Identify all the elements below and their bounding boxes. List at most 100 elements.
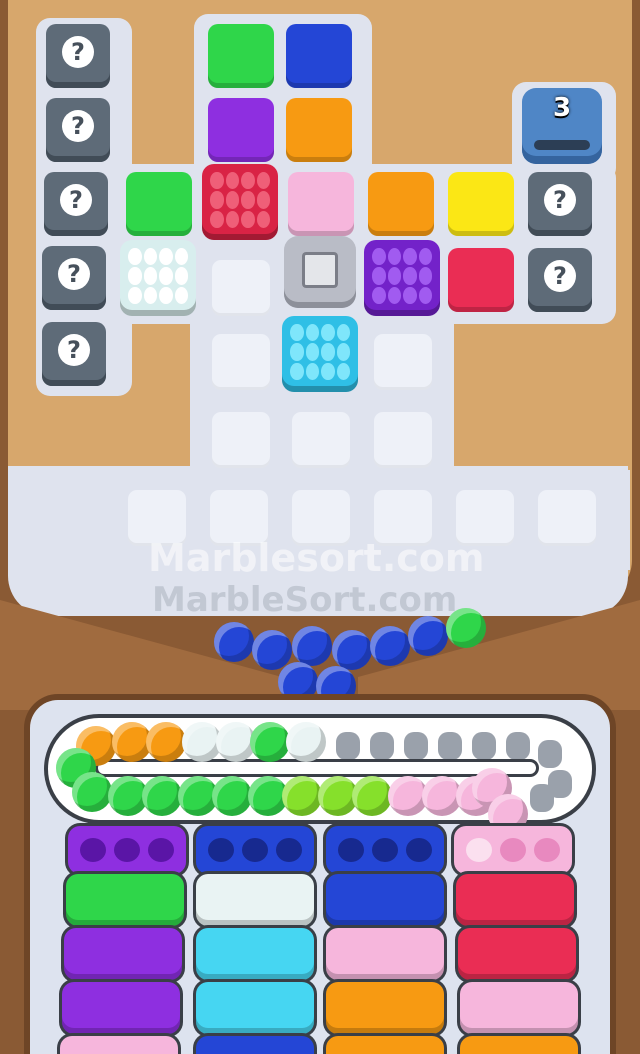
question-icon: ?: [58, 258, 90, 290]
yellow-tile[interactable]: [448, 172, 514, 236]
empty-conveyor-slot: [404, 732, 428, 760]
marble: [370, 626, 410, 666]
tube-top-pink[interactable]: [454, 826, 572, 874]
empty-slot: [212, 260, 270, 316]
tube-segment-pink[interactable]: [460, 982, 578, 1034]
marble: [446, 608, 486, 648]
tube-hole: [80, 838, 106, 862]
tube-hole: [148, 838, 174, 862]
tube-top-blue[interactable]: [326, 826, 444, 874]
marble: [408, 616, 448, 656]
tube-segment-orange[interactable]: [326, 1036, 444, 1054]
marble-grid: [210, 172, 270, 228]
tube-segment-cyan[interactable]: [196, 982, 314, 1034]
question-icon: ?: [544, 260, 576, 292]
marble: [212, 776, 252, 816]
conveyor-divider: [98, 762, 536, 774]
marble-grid: [290, 324, 350, 380]
pink-tile[interactable]: [288, 172, 354, 236]
tube-segment-blue[interactable]: [196, 1036, 314, 1054]
orange-tile[interactable]: [368, 172, 434, 236]
empty-conveyor-slot: [438, 732, 462, 760]
marble: [214, 622, 254, 662]
empty-conveyor-slot: [370, 732, 394, 760]
tube-segment-orange[interactable]: [460, 1036, 578, 1054]
question-icon: ?: [60, 184, 92, 216]
empty-slot: [374, 412, 432, 468]
tube-segment-cyan[interactable]: [196, 928, 314, 980]
empty-conveyor-slot: [530, 784, 554, 812]
marble: [286, 722, 326, 762]
marble: [72, 772, 112, 812]
tube-segment-purple[interactable]: [62, 982, 180, 1034]
marble: [352, 776, 392, 816]
tube-segment-pink[interactable]: [326, 928, 444, 980]
empty-slot: [292, 412, 350, 468]
purple-marble-crate[interactable]: [364, 240, 440, 316]
tube-hole: [500, 838, 526, 862]
tube-hole: [208, 838, 234, 862]
tube-segment-pink[interactable]: [60, 1036, 178, 1054]
tube-hole: [114, 838, 140, 862]
marble: [278, 662, 318, 702]
empty-slot: [538, 490, 596, 546]
counter-badge: 3: [552, 93, 572, 123]
question-icon: ?: [544, 184, 576, 216]
tube-hole: [534, 838, 560, 862]
tube-segment-blue[interactable]: [326, 874, 444, 926]
marble: [332, 630, 372, 670]
tube-hole: [406, 838, 432, 862]
tube-segment-red[interactable]: [456, 874, 574, 926]
tube-segment-red[interactable]: [458, 928, 576, 980]
locked-dispenser[interactable]: 3: [522, 88, 602, 164]
cyan-marble-crate[interactable]: [282, 316, 358, 392]
tube-segment-purple[interactable]: [64, 928, 182, 980]
green-tile[interactable]: [208, 24, 274, 88]
empty-conveyor-slot: [506, 732, 530, 760]
game-screen: ? ? ? ? ? ? ? 3 Marblesort.com MarbleSor…: [0, 0, 640, 1054]
question-icon: ?: [62, 36, 94, 68]
marble: [142, 776, 182, 816]
orange-tile[interactable]: [286, 98, 352, 162]
watermark: Marblesort.com: [148, 536, 485, 580]
white-marble-crate[interactable]: [120, 240, 196, 316]
watermark: MarbleSort.com: [152, 580, 458, 620]
marble: [292, 626, 332, 666]
tube-hole: [338, 838, 364, 862]
cog-block[interactable]: [284, 236, 356, 308]
tube-hole: [242, 838, 268, 862]
mystery-tile[interactable]: ?: [44, 172, 108, 236]
tube-segment-green[interactable]: [66, 874, 184, 926]
green-tile[interactable]: [126, 172, 192, 236]
purple-tile[interactable]: [208, 98, 274, 162]
question-icon: ?: [58, 334, 90, 366]
question-icon: ?: [62, 110, 94, 142]
red-marble-crate[interactable]: [202, 164, 278, 240]
empty-conveyor-slot: [336, 732, 360, 760]
empty-conveyor-slot: [472, 732, 496, 760]
cog-window: [302, 252, 338, 288]
marble: [250, 722, 290, 762]
marble: [282, 776, 322, 816]
empty-slot: [212, 334, 270, 390]
tube-segment-white[interactable]: [196, 874, 314, 926]
marble: [146, 722, 186, 762]
empty-slot: [212, 412, 270, 468]
blue-tile[interactable]: [286, 24, 352, 88]
mystery-tile[interactable]: ?: [46, 24, 110, 88]
marble: [252, 630, 292, 670]
tube-segment-orange[interactable]: [326, 982, 444, 1034]
red-tile[interactable]: [448, 248, 514, 312]
mystery-tile[interactable]: ?: [42, 322, 106, 386]
marble-grid: [128, 248, 188, 304]
tube-top-blue[interactable]: [196, 826, 314, 874]
empty-conveyor-slot: [538, 740, 562, 768]
mystery-tile[interactable]: ?: [46, 98, 110, 162]
mystery-tile[interactable]: ?: [42, 246, 106, 310]
mystery-tile[interactable]: ?: [528, 248, 592, 312]
tube-hole: [466, 838, 492, 862]
mystery-tile[interactable]: ?: [528, 172, 592, 236]
empty-slot: [374, 334, 432, 390]
tube-top-purple[interactable]: [68, 826, 186, 874]
marble-grid: [372, 248, 432, 304]
